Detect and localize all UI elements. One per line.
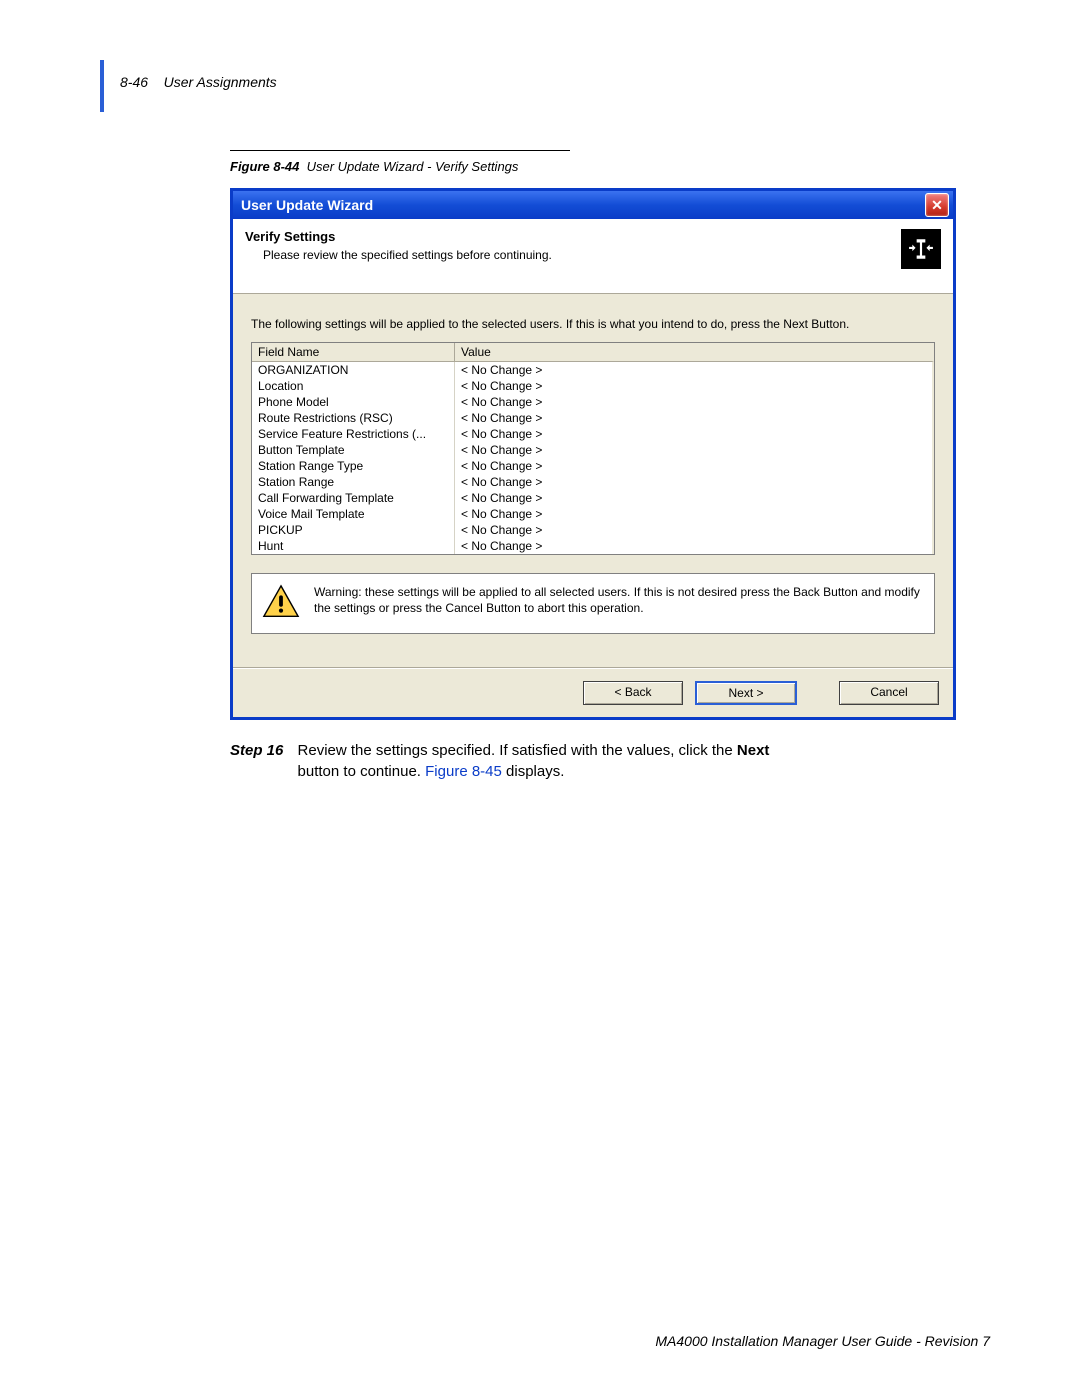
page-footer: MA4000 Installation Manager User Guide -… <box>655 1333 990 1349</box>
figure-label: Figure 8-44 <box>230 159 299 174</box>
column-header-value[interactable]: Value <box>455 343 934 362</box>
table-row[interactable]: Button Template< No Change > <box>252 442 934 458</box>
warning-panel: Warning: these settings will be applied … <box>251 573 935 633</box>
cell-value: < No Change > <box>455 474 934 490</box>
step-text-3: displays. <box>502 763 565 780</box>
cell-value: < No Change > <box>455 442 934 458</box>
cell-field: Button Template <box>252 442 455 458</box>
cell-field: Station Range <box>252 474 455 490</box>
step-instruction: Step 16 Review the settings specified. I… <box>230 740 950 784</box>
close-button[interactable]: ✕ <box>925 193 949 217</box>
close-icon: ✕ <box>931 197 943 214</box>
table-row[interactable]: ORGANIZATION< No Change > <box>252 362 934 378</box>
dialog-titlebar[interactable]: User Update Wizard ✕ <box>233 191 953 219</box>
cell-field: Voice Mail Template <box>252 506 455 522</box>
settings-table: Field Name Value ORGANIZATION< No Change… <box>251 342 935 555</box>
cell-field: Station Range Type <box>252 458 455 474</box>
cell-value: < No Change > <box>455 410 934 426</box>
table-header-row: Field Name Value <box>252 343 934 362</box>
cell-field: Call Forwarding Template <box>252 490 455 506</box>
cell-value: < No Change > <box>455 506 934 522</box>
step-text-1: Review the settings specified. If satisf… <box>298 742 737 759</box>
dialog-header-panel: Verify Settings Please review the specif… <box>233 219 953 294</box>
cancel-button[interactable]: Cancel <box>839 681 939 705</box>
cell-value: < No Change > <box>455 538 934 554</box>
cell-field: Route Restrictions (RSC) <box>252 410 455 426</box>
dialog-button-bar: < Back Next > Cancel <box>233 668 953 717</box>
cell-value: < No Change > <box>455 522 934 538</box>
warning-text: Warning: these settings will be applied … <box>314 584 924 616</box>
cell-field: Location <box>252 378 455 394</box>
cell-value: < No Change > <box>455 458 934 474</box>
wizard-logo-icon <box>901 229 941 269</box>
cell-value: < No Change > <box>455 490 934 506</box>
table-row[interactable]: Phone Model< No Change > <box>252 394 934 410</box>
cell-value: < No Change > <box>455 362 934 378</box>
cell-field: PICKUP <box>252 522 455 538</box>
figure-caption: Figure 8-44 User Update Wizard - Verify … <box>230 159 990 174</box>
cell-value: < No Change > <box>455 426 934 442</box>
user-update-wizard-dialog: User Update Wizard ✕ Verify Settings Ple… <box>230 188 956 720</box>
page-number: 8-46 <box>120 74 148 90</box>
step-text-2: button to continue. <box>298 763 426 780</box>
step-label: Step 16 <box>230 742 283 759</box>
table-row[interactable]: Call Forwarding Template< No Change > <box>252 490 934 506</box>
cell-field: Service Feature Restrictions (... <box>252 426 455 442</box>
table-row[interactable]: PICKUP< No Change > <box>252 522 934 538</box>
step-next-word: Next <box>737 742 770 759</box>
button-spacer <box>809 681 827 705</box>
next-button[interactable]: Next > <box>695 681 797 705</box>
warning-icon <box>262 584 300 622</box>
column-header-field[interactable]: Field Name <box>252 343 455 362</box>
figure-reference[interactable]: Figure 8-45 <box>425 763 502 780</box>
table-row[interactable]: Route Restrictions (RSC)< No Change > <box>252 410 934 426</box>
table-row[interactable]: Service Feature Restrictions (...< No Ch… <box>252 426 934 442</box>
figure-rule <box>230 150 570 151</box>
table-row[interactable]: Station Range Type< No Change > <box>252 458 934 474</box>
section-title: User Assignments <box>164 74 277 90</box>
cell-field: ORGANIZATION <box>252 362 455 378</box>
table-row[interactable]: Location< No Change > <box>252 378 934 394</box>
dialog-body: Verify Settings Please review the specif… <box>233 219 953 717</box>
cell-field: Phone Model <box>252 394 455 410</box>
back-button[interactable]: < Back <box>583 681 683 705</box>
cell-value: < No Change > <box>455 394 934 410</box>
cell-field: Hunt <box>252 538 455 554</box>
dialog-intro-text: The following settings will be applied t… <box>251 316 935 332</box>
dialog-header-subtitle: Please review the specified settings bef… <box>245 248 889 262</box>
table-row[interactable]: Station Range< No Change > <box>252 474 934 490</box>
dialog-header-title: Verify Settings <box>245 229 889 244</box>
header-accent-rule <box>100 60 104 112</box>
dialog-title: User Update Wizard <box>241 197 373 213</box>
table-row[interactable]: Voice Mail Template< No Change > <box>252 506 934 522</box>
cell-value: < No Change > <box>455 378 934 394</box>
figure-title: User Update Wizard - Verify Settings <box>307 159 519 174</box>
running-header: 8-46 User Assignments <box>120 74 277 90</box>
table-row[interactable]: Hunt< No Change > <box>252 538 934 554</box>
